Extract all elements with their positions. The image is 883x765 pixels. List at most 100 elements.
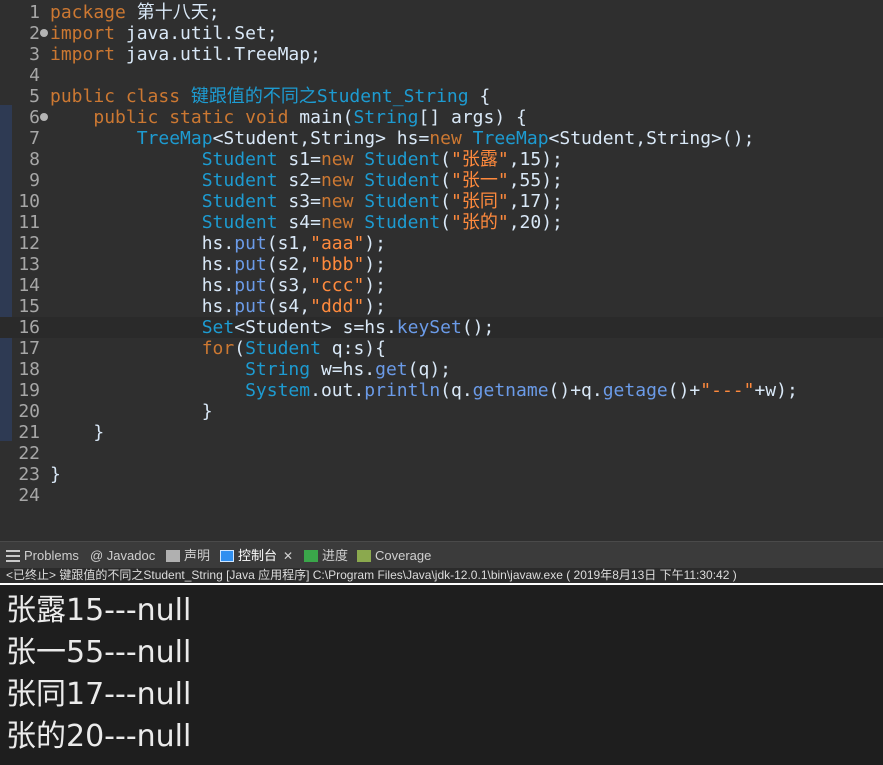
code-token: hs. (50, 296, 235, 317)
console-status-line: <已终止> 键跟值的不同之Student_String [Java 应用程序] … (0, 568, 883, 583)
console-output[interactable]: 张露15---null 张一55---null 张同17---null 张的20… (6, 590, 876, 758)
code-token: ); (364, 233, 386, 254)
code-token: (s3, (266, 275, 311, 296)
code-token: TreeMap (472, 128, 549, 149)
tab-javadoc[interactable]: @ Javadoc (90, 545, 155, 567)
code-text: TreeMap<Student,String> hs=new TreeMap<S… (50, 128, 755, 149)
code-line[interactable]: 6 public static void main(String[] args)… (0, 107, 883, 128)
code-line[interactable]: 14 hs.put(s3,"ccc"); (0, 275, 883, 296)
tab-problems[interactable]: Problems (6, 545, 79, 567)
code-line[interactable]: 11 Student s4=new Student("张的",20); (0, 212, 883, 233)
line-number: 3 (29, 44, 40, 65)
code-token: new (320, 212, 365, 233)
code-token: hs. (50, 233, 235, 254)
code-token: new (320, 149, 365, 170)
tab-progress[interactable]: 进度 (304, 545, 348, 567)
code-token: String (245, 359, 321, 380)
code-token: [] args) { (418, 107, 527, 128)
code-text: Set<Student> s=hs.keySet(); (50, 317, 495, 338)
code-line[interactable]: 17 for(Student q:s){ (0, 338, 883, 359)
code-line[interactable]: 9 Student s2=new Student("张一",55); (0, 170, 883, 191)
line-number: 6 (29, 107, 40, 128)
code-text: import java.util.TreeMap; (50, 44, 321, 65)
code-token: new (320, 191, 365, 212)
code-token: ()+ (667, 380, 701, 401)
tab-console[interactable]: 控制台 ✕ (220, 545, 293, 567)
line-number: 4 (29, 65, 40, 86)
code-token: .out. (310, 380, 365, 401)
code-line[interactable]: 2 import java.util.Set; (0, 23, 883, 44)
problems-icon (6, 549, 20, 562)
code-line[interactable]: 10 Student s3=new Student("张同",17); (0, 191, 883, 212)
code-line[interactable]: 7 TreeMap<Student,String> hs=new TreeMap… (0, 128, 883, 149)
close-icon[interactable]: ✕ (283, 545, 293, 567)
code-token: Student (364, 212, 441, 233)
code-text: hs.put(s4,"ddd"); (50, 296, 386, 317)
code-line[interactable]: 22 (0, 443, 883, 464)
code-token: ); (364, 254, 386, 275)
javadoc-label: @ Javadoc (90, 548, 156, 563)
code-token: System (245, 380, 311, 401)
tab-coverage[interactable]: Coverage (357, 545, 431, 567)
line-number: 14 (18, 275, 40, 296)
code-token: +w); (754, 380, 798, 401)
code-line[interactable]: 16 Set<Student> s=hs.keySet(); (0, 317, 883, 338)
code-line[interactable]: 1 package 第十八天; (0, 2, 883, 23)
code-token: 键跟值的不同之Student_String (190, 86, 469, 107)
code-token: s3= (288, 191, 321, 212)
console-line: 张的20---null (6, 719, 192, 754)
code-line[interactable]: 13 hs.put(s2,"bbb"); (0, 254, 883, 275)
line-number: 12 (18, 233, 40, 254)
tab-declaration[interactable]: 声明 (166, 545, 210, 567)
progress-icon (304, 549, 318, 562)
code-line[interactable]: 23} (0, 464, 883, 485)
code-token: new (429, 128, 473, 149)
code-text: Student s3=new Student("张同",17); (50, 191, 563, 212)
line-number: 5 (29, 86, 40, 107)
code-line[interactable]: 24 (0, 485, 883, 506)
code-line[interactable]: 8 Student s1=new Student("张露",15); (0, 149, 883, 170)
fold-toggle-icon[interactable] (40, 113, 48, 121)
code-token: public static void (93, 107, 300, 128)
code-token: "ccc" (310, 275, 365, 296)
code-token: ,20); (508, 212, 563, 233)
line-number: 18 (18, 359, 40, 380)
code-token: get (375, 359, 408, 380)
code-line[interactable]: 18 String w=hs.get(q); (0, 359, 883, 380)
code-token: java.util.TreeMap; (125, 44, 321, 65)
code-editor[interactable]: 1 package 第十八天; 2 import java.util.Set; 3 imp… (0, 0, 883, 540)
code-token: { (468, 86, 491, 107)
code-token: put (234, 254, 267, 275)
code-text: } (50, 422, 104, 443)
code-token: Student (201, 149, 289, 170)
code-text: Student s1=new Student("张露",15); (50, 149, 563, 170)
code-text: public class 键跟值的不同之Student_String { (50, 86, 490, 107)
console-line: 张同17---null (6, 677, 192, 712)
line-number: 17 (18, 338, 40, 359)
code-line[interactable]: 21 } (0, 422, 883, 443)
code-token: ( (234, 338, 246, 359)
code-token: "张同" (451, 191, 509, 212)
line-number: 19 (18, 380, 40, 401)
code-text: } (50, 401, 213, 422)
code-token: "---" (700, 380, 755, 401)
code-line[interactable]: 19 System.out.println(q.getname()+q.geta… (0, 380, 883, 401)
code-line[interactable]: 5 public class 键跟值的不同之Student_String { (0, 86, 883, 107)
code-text: hs.put(s3,"ccc"); (50, 275, 386, 296)
fold-toggle-icon[interactable] (40, 29, 48, 37)
code-token: } (50, 464, 61, 485)
line-number: 9 (29, 170, 40, 191)
code-token: package (50, 2, 137, 23)
line-number: 7 (29, 128, 40, 149)
code-token: Set (201, 317, 235, 338)
code-text: public static void main(String[] args) { (50, 107, 527, 128)
code-line[interactable]: 15 hs.put(s4,"ddd"); (0, 296, 883, 317)
code-token: <Student,String> hs= (212, 128, 430, 149)
code-token: ); (364, 296, 386, 317)
code-line[interactable]: 3 import java.util.TreeMap; (0, 44, 883, 65)
code-line[interactable]: 4 (0, 65, 883, 86)
code-line[interactable]: 12 hs.put(s1,"aaa"); (0, 233, 883, 254)
code-line[interactable]: 20 } (0, 401, 883, 422)
